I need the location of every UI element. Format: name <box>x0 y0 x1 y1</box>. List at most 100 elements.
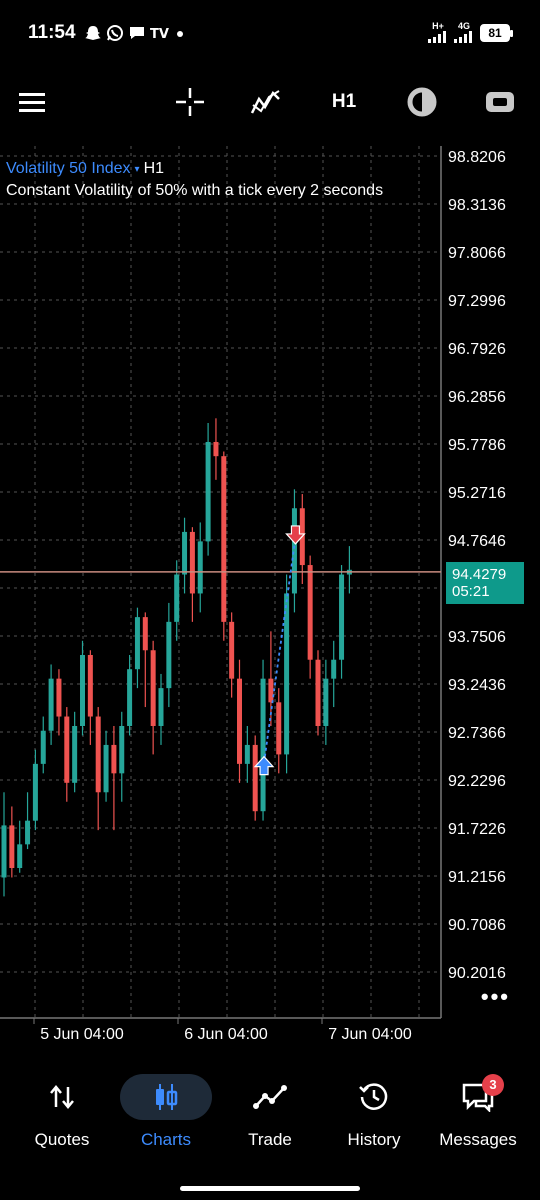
candle-body <box>111 744 117 774</box>
chart-toolbar: H1 <box>0 70 540 134</box>
candle-body <box>40 730 46 764</box>
battery-icon: 81 <box>480 23 513 42</box>
symbol-name[interactable]: Volatility 50 Index <box>6 160 131 178</box>
current-price-tag: 94.4279 05:21 <box>446 561 524 604</box>
candle-body <box>291 508 297 594</box>
candle-body <box>9 825 15 869</box>
candle-body <box>80 654 85 726</box>
chart-grid <box>0 146 442 1019</box>
candle-body <box>87 654 93 717</box>
symbol-header[interactable]: Volatility 50 Index ▾ H1 <box>6 160 164 178</box>
price-tick-label: 90.7086 <box>448 917 506 934</box>
signal-icon <box>454 31 472 43</box>
charts-icon <box>146 1080 186 1114</box>
nav-label: Messages <box>439 1130 517 1149</box>
candles <box>0 418 441 897</box>
messages-badge: 3 <box>482 1074 504 1096</box>
crosshair-icon <box>176 88 204 116</box>
objects-icon <box>407 87 437 117</box>
menu-button[interactable] <box>12 84 52 120</box>
network-indicator-1: H+ <box>428 22 448 43</box>
trade-toggle-icon <box>486 92 514 112</box>
candle-body <box>244 744 250 764</box>
snapchat-icon <box>85 26 101 40</box>
price-tick-label: 98.3136 <box>448 197 506 214</box>
candle-body <box>323 678 329 726</box>
candle-body <box>64 716 70 783</box>
candle-body <box>158 688 164 726</box>
whatsapp-icon <box>107 25 123 41</box>
price-tick-label: 96.7926 <box>448 341 506 358</box>
time-tick-label: 6 Jun 04:00 <box>184 1026 268 1043</box>
symbol-description: Constant Volatility of 50% with a tick e… <box>6 182 384 199</box>
buy-arrow-icon <box>253 755 275 776</box>
candle-body <box>17 844 23 869</box>
price-tick-label: 92.7366 <box>448 725 506 742</box>
nav-label: Charts <box>140 1130 192 1149</box>
chat-icon <box>130 27 144 39</box>
price-tick-label: 91.7226 <box>448 821 506 838</box>
price-tick-label: 94.7646 <box>448 533 506 550</box>
signal-icon <box>428 31 446 43</box>
candle-body <box>134 617 140 670</box>
candle-body <box>1 825 7 878</box>
nav-label: History <box>347 1130 401 1149</box>
price-tick-label: 93.2436 <box>448 677 506 694</box>
price-chart[interactable]: 98.8206 98.3136 97.8066 97.2996 96.7926 96.28… <box>0 146 540 1052</box>
candle-body <box>182 531 188 575</box>
candle-body <box>221 456 227 622</box>
candle-body <box>95 716 101 793</box>
trade-toggle-button[interactable] <box>480 84 520 120</box>
nav-charts[interactable]: Charts <box>112 1066 220 1162</box>
objects-button[interactable] <box>402 84 442 120</box>
indicators-icon <box>250 90 280 114</box>
time-tick-label: 5 Jun 04:00 <box>40 1026 124 1043</box>
price-tick-label: 97.8066 <box>448 245 506 262</box>
current-price-value: 94.4279 <box>452 565 507 583</box>
indicators-button[interactable] <box>246 84 286 120</box>
candle-body <box>72 725 78 783</box>
notification-icons: TV <box>84 24 184 42</box>
network-indicator-2: 4G <box>454 22 474 43</box>
history-icon <box>354 1080 394 1114</box>
candle-body <box>237 678 242 764</box>
status-bar: 11:54 TV H+ 4G 81 <box>0 0 540 68</box>
nav-quotes[interactable]: Quotes <box>8 1066 116 1162</box>
candle-body <box>252 744 258 812</box>
time-axis: 5 Jun 04:00 6 Jun 04:00 7 Jun 04:00 <box>33 1018 412 1043</box>
nav-messages[interactable]: 3 Messages <box>424 1066 532 1162</box>
dot-icon <box>177 31 183 37</box>
candle-body <box>48 678 54 731</box>
crosshair-button[interactable] <box>170 84 210 120</box>
candle-body <box>315 659 321 726</box>
price-tick-label: 90.2016 <box>448 965 506 982</box>
messages-icon: 3 <box>458 1074 504 1114</box>
menu-icon <box>19 93 45 112</box>
svg-text:TV: TV <box>150 27 169 41</box>
candle-body <box>205 441 211 542</box>
candle-body <box>197 541 203 594</box>
price-tick-label: 93.7506 <box>448 629 506 646</box>
candle-body <box>166 621 172 689</box>
candle-body <box>268 678 274 703</box>
candle-body <box>25 820 31 845</box>
price-tick-label: 98.8206 <box>448 149 506 166</box>
tv-icon: TV <box>150 27 169 41</box>
home-indicator <box>180 1186 360 1191</box>
candle-body <box>331 659 337 679</box>
symbol-dropdown-icon[interactable]: ▾ <box>135 164 140 175</box>
candle-body <box>276 702 282 755</box>
candle-body <box>56 678 62 717</box>
candle-body <box>189 531 195 594</box>
candle-body <box>142 617 148 651</box>
more-options-icon[interactable]: ••• <box>481 984 510 1010</box>
nav-trade[interactable]: Trade <box>216 1066 324 1162</box>
nav-history[interactable]: History <box>320 1066 428 1162</box>
network-label-1: H+ <box>432 21 444 31</box>
candle-body <box>103 744 109 793</box>
network-label-2: 4G <box>457 21 470 31</box>
candle-body <box>260 678 266 812</box>
timeframe-button[interactable]: H1 <box>324 84 364 120</box>
time-tick-label: 7 Jun 04:00 <box>328 1026 412 1043</box>
candle-body <box>119 725 125 774</box>
